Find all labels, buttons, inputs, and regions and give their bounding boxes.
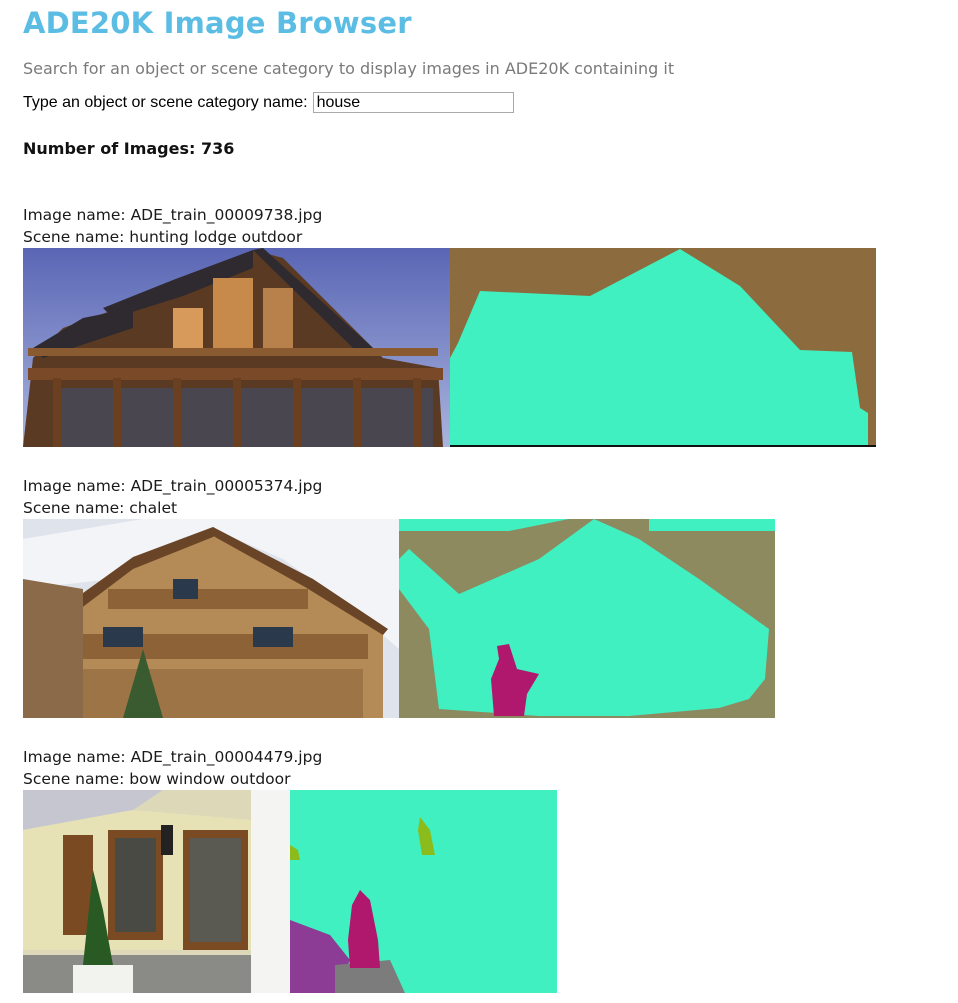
page-subtitle: Search for an object or scene category t… (23, 59, 675, 78)
image-pair (23, 248, 876, 447)
image-name: Image name: ADE_train_00004479.jpg (23, 748, 323, 766)
image-name: Image name: ADE_train_00009738.jpg (23, 206, 323, 224)
search-input[interactable] (312, 92, 514, 113)
photo-bow-window[interactable] (23, 790, 290, 993)
image-name: Image name: ADE_train_00005374.jpg (23, 477, 323, 495)
image-pair (23, 519, 775, 718)
result-item: Image name: ADE_train_00009738.jpg Scene… (23, 204, 876, 447)
result-count: Number of Images: 736 (23, 139, 235, 158)
scene-name: Scene name: bow window outdoor (23, 770, 291, 788)
result-item: Image name: ADE_train_00004479.jpg Scene… (23, 746, 557, 993)
photo-hunting-lodge[interactable] (23, 248, 450, 447)
scene-name: Scene name: hunting lodge outdoor (23, 228, 303, 246)
segmentation-hunting-lodge[interactable] (450, 248, 876, 447)
search-row: Type an object or scene category name: (23, 92, 514, 113)
scene-name: Scene name: chalet (23, 499, 178, 517)
page-title: ADE20K Image Browser (23, 6, 412, 40)
segmentation-chalet[interactable] (399, 519, 775, 718)
image-pair (23, 790, 557, 993)
segmentation-bow-window[interactable] (290, 790, 557, 993)
result-item: Image name: ADE_train_00005374.jpg Scene… (23, 475, 775, 718)
photo-chalet[interactable] (23, 519, 399, 718)
search-label: Type an object or scene category name: (23, 93, 308, 111)
